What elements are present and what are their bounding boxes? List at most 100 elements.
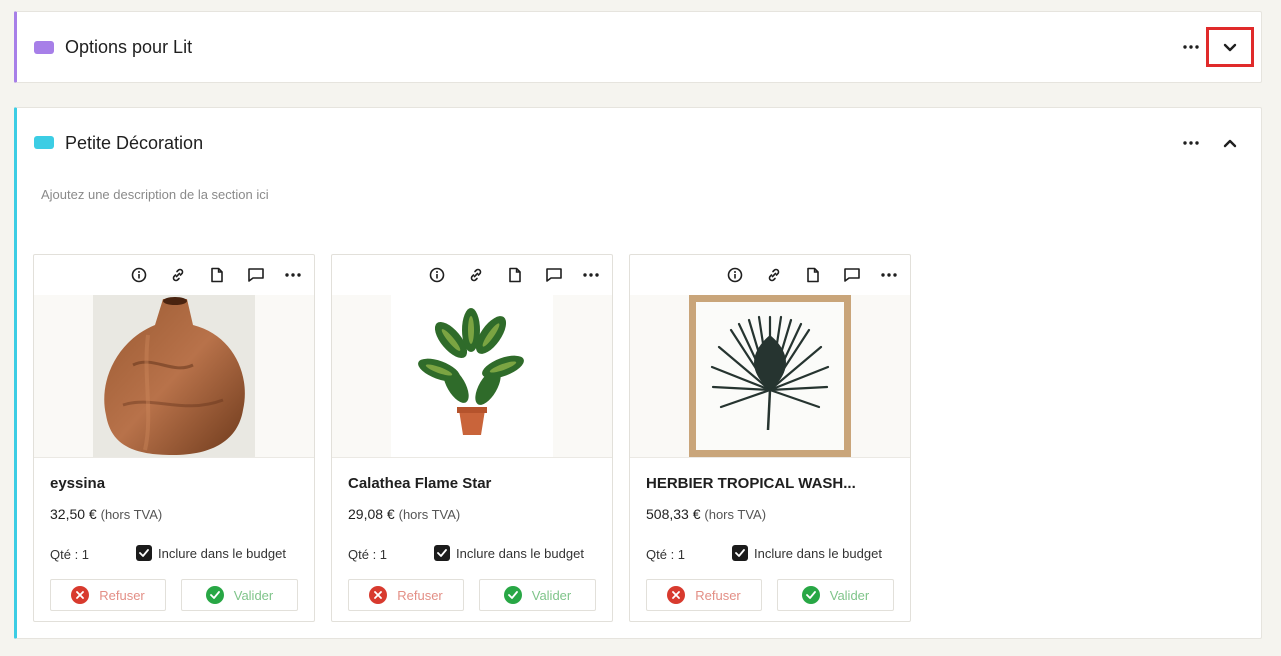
info-button[interactable]	[724, 264, 746, 286]
refuse-icon	[369, 586, 388, 604]
comment-button[interactable]	[841, 264, 863, 286]
document-icon	[211, 267, 223, 283]
info-icon	[727, 267, 743, 283]
product-image	[34, 295, 314, 457]
tax-note: (hors TVA)	[100, 507, 163, 522]
tax-note: (hors TVA)	[398, 507, 461, 522]
comment-icon	[248, 268, 264, 282]
tax-note: (hors TVA)	[704, 507, 767, 522]
card-divider	[332, 457, 612, 458]
info-button[interactable]	[426, 264, 448, 286]
section-title: Petite Décoration	[65, 133, 204, 153]
card-toolbar	[34, 255, 314, 295]
include-budget-label: Inclure dans le budget	[158, 545, 286, 561]
document-button[interactable]	[504, 264, 526, 286]
include-budget-label: Inclure dans le budget	[754, 545, 882, 561]
section-description[interactable]: Ajoutez une description de la section ic…	[41, 187, 269, 202]
more-icon	[1183, 141, 1199, 145]
card-toolbar	[630, 255, 910, 295]
wooden-vase-image	[104, 297, 245, 455]
card-more-button[interactable]	[580, 264, 602, 286]
check-icon	[735, 549, 745, 557]
validate-icon	[503, 586, 522, 604]
card-divider	[34, 457, 314, 458]
include-budget-toggle[interactable]: Inclure dans le budget	[434, 545, 584, 561]
framed-palm-leaf-image	[689, 295, 851, 457]
product-image	[332, 295, 612, 457]
validate-label: Valider	[531, 587, 572, 603]
refuse-button[interactable]: Refuser	[646, 579, 762, 611]
refuse-icon	[71, 586, 90, 604]
section-color-swatch	[34, 136, 54, 149]
info-icon	[429, 267, 445, 283]
document-icon	[509, 267, 521, 283]
price-value: 29,08 €	[348, 506, 395, 522]
quantity-label[interactable]: Qté : 1	[348, 547, 387, 562]
check-icon	[139, 549, 149, 557]
chevron-up-icon	[1223, 139, 1237, 147]
include-budget-label: Inclure dans le budget	[456, 545, 584, 561]
more-icon	[881, 273, 897, 277]
more-icon	[285, 273, 301, 277]
section-options-pour-lit: Options pour Lit	[14, 11, 1262, 83]
link-icon	[768, 268, 780, 282]
product-price: 32,50 € (hors TVA)	[50, 506, 162, 522]
validate-label: Valider	[829, 587, 870, 603]
validate-button[interactable]: Valider	[777, 579, 894, 611]
price-value: 32,50 €	[50, 506, 97, 522]
chevron-down-icon	[1223, 43, 1237, 51]
section-more-button[interactable]	[1179, 35, 1203, 59]
document-button[interactable]	[206, 264, 228, 286]
document-icon	[807, 267, 819, 283]
include-budget-toggle[interactable]: Inclure dans le budget	[732, 545, 882, 561]
refuse-label: Refuser	[99, 587, 145, 603]
product-name[interactable]: Calathea Flame Star	[348, 475, 598, 492]
quantity-label[interactable]: Qté : 1	[50, 547, 89, 562]
comment-icon	[844, 268, 860, 282]
include-budget-checkbox[interactable]	[434, 545, 450, 561]
validate-icon	[205, 586, 224, 604]
link-button[interactable]	[465, 264, 487, 286]
refuse-label: Refuser	[695, 587, 741, 603]
document-button[interactable]	[802, 264, 824, 286]
validate-button[interactable]: Valider	[479, 579, 596, 611]
include-budget-toggle[interactable]: Inclure dans le budget	[136, 545, 286, 561]
refuse-icon	[667, 586, 686, 604]
include-budget-checkbox[interactable]	[732, 545, 748, 561]
product-price: 508,33 € (hors TVA)	[646, 506, 766, 522]
product-image	[630, 295, 910, 457]
include-budget-checkbox[interactable]	[136, 545, 152, 561]
section-more-button[interactable]	[1179, 131, 1203, 155]
validate-label: Valider	[233, 587, 274, 603]
section-title: Options pour Lit	[65, 37, 193, 57]
link-icon	[470, 268, 482, 282]
more-icon	[583, 273, 599, 277]
refuse-button[interactable]: Refuser	[50, 579, 166, 611]
comment-button[interactable]	[543, 264, 565, 286]
comment-icon	[546, 268, 562, 282]
section-color-swatch	[34, 41, 54, 54]
refuse-label: Refuser	[397, 587, 443, 603]
card-more-button[interactable]	[878, 264, 900, 286]
section-expand-button[interactable]	[1206, 27, 1254, 67]
price-value: 508,33 €	[646, 506, 701, 522]
more-icon	[1183, 45, 1199, 49]
product-name[interactable]: eyssina	[50, 475, 300, 492]
link-button[interactable]	[167, 264, 189, 286]
link-icon	[172, 268, 184, 282]
validate-icon	[801, 586, 820, 604]
info-button[interactable]	[128, 264, 150, 286]
comment-button[interactable]	[245, 264, 267, 286]
product-name[interactable]: HERBIER TROPICAL WASH...	[646, 475, 896, 492]
validate-button[interactable]: Valider	[181, 579, 298, 611]
product-card: Calathea Flame Star 29,08 € (hors TVA) Q…	[331, 254, 613, 622]
card-more-button[interactable]	[282, 264, 304, 286]
link-button[interactable]	[763, 264, 785, 286]
potted-plant-image	[418, 308, 524, 435]
product-price: 29,08 € (hors TVA)	[348, 506, 460, 522]
quantity-label[interactable]: Qté : 1	[646, 547, 685, 562]
card-toolbar	[332, 255, 612, 295]
section-collapse-button[interactable]	[1206, 123, 1254, 163]
check-icon	[437, 549, 447, 557]
refuse-button[interactable]: Refuser	[348, 579, 464, 611]
